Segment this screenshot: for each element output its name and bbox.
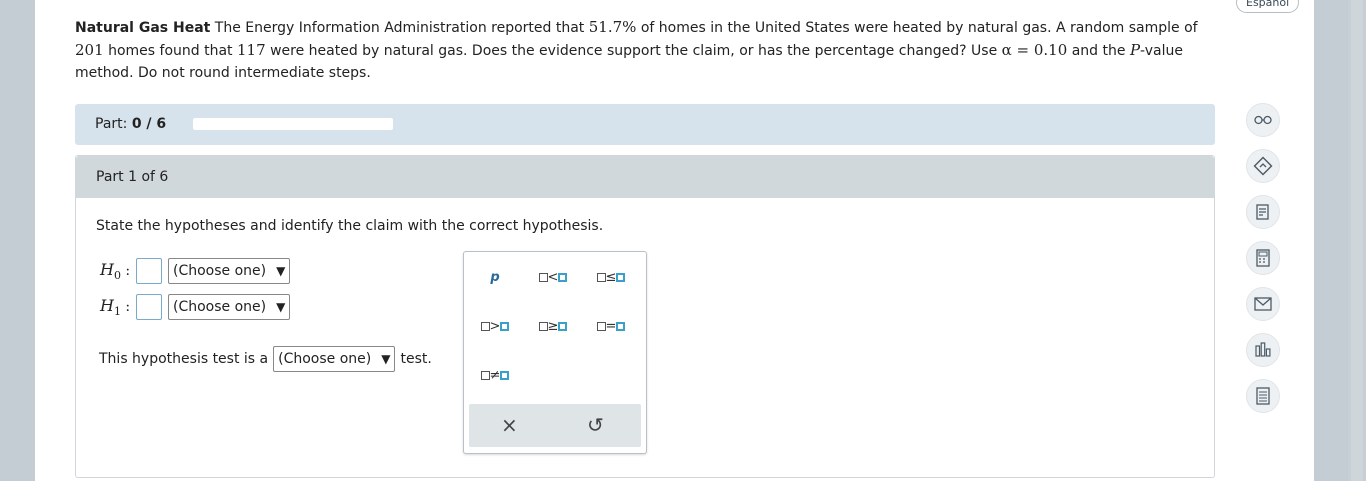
palette-greater-equal-button[interactable]: ≥ (530, 315, 576, 339)
dropdown-arrow-icon: ▼ (381, 352, 391, 366)
h0-label: H0 : (100, 259, 131, 283)
palette-not-equal-button[interactable]: ≠ (472, 364, 518, 388)
chart-icon[interactable] (1246, 333, 1280, 367)
problem-title: Natural Gas Heat (75, 20, 211, 36)
h1-claim-select[interactable]: (Choose one) ▼ (168, 294, 291, 320)
dropdown-arrow-icon: ▼ (276, 300, 286, 314)
test-type-line: This hypothesis test is a (Choose one) ▼ … (99, 346, 432, 372)
problem-statement: Natural Gas Heat The Energy Information … (75, 18, 1198, 81)
h0-input[interactable] (136, 258, 162, 284)
h1-label: H1 : (100, 295, 131, 319)
undo-icon[interactable]: ↺ (587, 414, 604, 436)
calculator-icon[interactable] (1246, 241, 1280, 275)
progress-track (193, 118, 393, 130)
mail-icon[interactable] (1246, 287, 1280, 321)
data-icon[interactable] (1246, 379, 1280, 413)
notes-icon[interactable] (1246, 195, 1280, 229)
palette-equals-button[interactable]: = (588, 315, 634, 339)
part-progress-label: Part: 0 / 6 (95, 116, 167, 132)
h1-row: H1 : (Choose one) ▼ (100, 294, 291, 320)
clear-icon[interactable]: × (501, 414, 518, 436)
h1-input[interactable] (136, 294, 162, 320)
part-progress-bar: Part: 0 / 6 (75, 104, 1215, 145)
h0-row: H0 : (Choose one) ▼ (100, 258, 291, 284)
part-instruction: State the hypotheses and identify the cl… (96, 218, 604, 234)
espanol-button[interactable]: Español (1236, 0, 1300, 13)
scrollbar-thumb[interactable] (1351, 0, 1363, 481)
palette-less-than-button[interactable]: < (530, 266, 576, 290)
glasses-icon[interactable] (1246, 103, 1280, 137)
dropdown-arrow-icon: ▼ (276, 264, 286, 278)
math-palette: p < ≤ > ≥ = ≠ × ↺ (463, 251, 647, 454)
part-card: Part 1 of 6 State the hypotheses and ide… (75, 155, 1215, 478)
test-type-select[interactable]: (Choose one) ▼ (273, 346, 396, 372)
part-header: Part 1 of 6 (76, 156, 1214, 198)
palette-footer: × ↺ (469, 404, 641, 447)
h0-claim-select[interactable]: (Choose one) ▼ (168, 258, 291, 284)
palette-greater-than-button[interactable]: > (472, 315, 518, 339)
palette-less-equal-button[interactable]: ≤ (588, 266, 634, 290)
hint-icon[interactable] (1246, 149, 1280, 183)
palette-p-button[interactable]: p (472, 266, 518, 290)
